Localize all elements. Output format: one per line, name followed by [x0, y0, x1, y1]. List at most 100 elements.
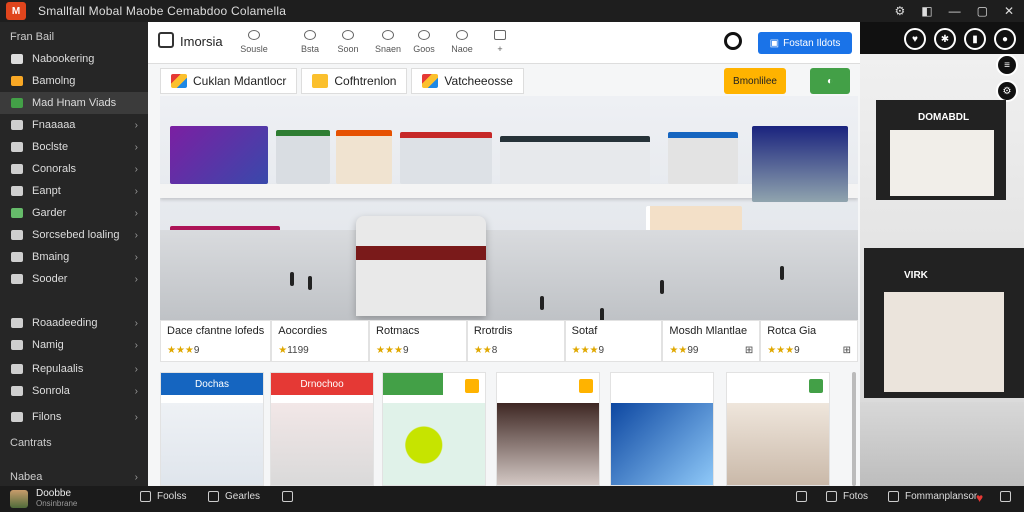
chevron-right-icon: › [134, 363, 138, 375]
shopper [540, 296, 544, 310]
mall-floor [160, 230, 858, 320]
clock-icon [248, 30, 260, 40]
store-card-row: Dace cfantne lofeds ★★★9 Aocordies ★1199… [160, 320, 859, 362]
sidebar-item[interactable]: Roaadeeding › [0, 312, 148, 334]
sidebar-item[interactable]: Fnaaaaa › [0, 114, 148, 136]
list-icon[interactable]: ≡ [996, 54, 1018, 76]
minimize-icon[interactable]: — [949, 4, 961, 18]
bottom-item[interactable]: Gearles [208, 491, 260, 502]
promo-tile[interactable] [610, 372, 714, 486]
sidebar-item[interactable]: Sooder › [0, 268, 148, 290]
tab-bar: Cuklan Mdantlocr Cofhtrenlon Vatcheeosse [160, 68, 524, 94]
share-icon[interactable] [1000, 491, 1011, 502]
cloud-icon [11, 142, 23, 152]
bottom-item[interactable]: Foolss [140, 491, 186, 502]
shop-icon [11, 274, 23, 284]
sidebar-item[interactable]: Bamolng [0, 70, 148, 92]
sidebar: Fran Bail Nabookering Bamolng Mad Hnam V… [0, 22, 148, 486]
primary-action-button[interactable]: ▣ Fostan Ildots [758, 32, 852, 54]
store-card[interactable]: Rotca Gia ★★★9 ⊞ [760, 320, 859, 362]
user-icon[interactable]: ● [994, 28, 1016, 50]
promo-header: Drnochoo [271, 373, 373, 395]
camera-icon [11, 164, 23, 174]
store-card[interactable]: Aocordies ★1199 [271, 320, 370, 362]
sidebar-item[interactable]: Nabookering [0, 48, 148, 70]
sidebar-item[interactable]: Sorcsebed loaling › [0, 224, 148, 246]
promo-tile[interactable] [726, 372, 830, 486]
green-pill-button[interactable]: ◐ [810, 68, 850, 94]
tool-button[interactable]: Naoe [442, 30, 482, 54]
sidebar-item[interactable]: Repulaalis › [0, 358, 148, 380]
store-front [500, 136, 650, 184]
record-button[interactable] [724, 32, 742, 50]
tab-store-2[interactable]: Cofhtrenlon [301, 68, 408, 94]
sidebar-top-label: Fran Bail [10, 31, 55, 43]
rating-stars: ★★★9 [167, 345, 200, 356]
chevron-right-icon: › [134, 119, 138, 131]
tool-button[interactable]: Goos [404, 30, 444, 54]
tool-button[interactable]: Bsta [290, 30, 330, 54]
shopper [660, 280, 664, 294]
store-card[interactable]: Dace cfantne lofeds ★★★9 [160, 320, 272, 362]
heart-icon[interactable]: ♥ [976, 491, 983, 505]
store-logo-icon [422, 74, 439, 88]
rating-stars: ★★★9 [376, 345, 409, 356]
sidebar-item[interactable]: Bmaing › [0, 246, 148, 268]
tab-store-3[interactable]: Vatcheeosse [411, 68, 524, 94]
sidebar-footer-item[interactable]: Nabea › [0, 466, 148, 488]
store-front [276, 130, 330, 184]
heart-icon[interactable]: ♥ [904, 28, 926, 50]
avatar[interactable] [10, 490, 28, 508]
lock-icon[interactable]: ▮ [964, 28, 986, 50]
orange-pill-button[interactable]: Bmonlilee [724, 68, 786, 94]
sidebar-item[interactable]: Eanpt › [0, 180, 148, 202]
sidebar-item[interactable]: Namig › [0, 334, 148, 356]
bottom-bar: Doobbe Onsinbrane Foolss Gearles Fotos F… [0, 486, 1024, 512]
store-photo [497, 403, 599, 485]
sidebar-item[interactable]: Boclste › [0, 136, 148, 158]
store-card[interactable]: Sotaf ★★★9 [564, 320, 663, 362]
sidebar-item[interactable]: Sonrola › [0, 380, 148, 402]
sidebar-item[interactable]: Garder › [0, 202, 148, 224]
bottom-item[interactable] [796, 491, 807, 502]
store-card[interactable]: Rrotrdis ★★8 [466, 320, 565, 362]
sidebar-item-active[interactable]: Mad Hnam Viads [0, 92, 148, 114]
sidebar-item[interactable]: Conorals › [0, 158, 148, 180]
promo-tile[interactable] [382, 372, 486, 486]
user-icon [382, 30, 394, 40]
calendar-icon[interactable] [282, 491, 293, 502]
expand-icon[interactable]: ⊞ [745, 345, 753, 356]
maximize-icon[interactable]: ▢ [977, 4, 988, 18]
file-icon [11, 412, 23, 422]
tool-button[interactable]: Soon [328, 30, 368, 54]
heart-icon [208, 491, 219, 502]
tool-button[interactable]: Snaen [368, 30, 408, 54]
close-icon[interactable]: ✕ [1004, 4, 1014, 18]
vertical-scrollbar[interactable] [852, 372, 856, 486]
promo-tile[interactable]: Drnochoo [270, 372, 374, 486]
sidebar-item[interactable]: Filons › [0, 406, 148, 428]
shopper [290, 272, 294, 286]
grid-icon [11, 120, 23, 130]
bottom-item[interactable]: Fommanplansor [888, 491, 977, 502]
bottom-item[interactable]: Fotos [826, 491, 868, 502]
store-card[interactable]: Mosdh Mlantlae ★★99 ⊞ [662, 320, 761, 362]
layout-icon[interactable]: ◧ [921, 4, 932, 18]
store-card[interactable]: Rotmacs ★★★9 [369, 320, 467, 362]
expand-icon[interactable]: ⊞ [843, 345, 851, 356]
rating-stars: ★★★9 [571, 345, 605, 356]
chevron-right-icon: › [134, 185, 138, 197]
settings-icon[interactable]: ⚙ [894, 4, 905, 18]
promo-tile[interactable]: Dochas [160, 372, 264, 486]
chevron-right-icon: › [134, 207, 138, 219]
tool-button[interactable]: + [480, 30, 520, 54]
chevron-right-icon: › [134, 317, 138, 329]
gear-icon[interactable]: ✱ [934, 28, 956, 50]
settings-icon[interactable]: ⚙ [996, 80, 1018, 102]
promo-tile[interactable] [496, 372, 600, 486]
tab-store-1[interactable]: Cuklan Mdantlocr [160, 68, 298, 94]
tool-button[interactable]: Sousle [234, 30, 274, 54]
chevron-right-icon: › [134, 141, 138, 153]
list-icon [11, 318, 23, 328]
folder-icon [11, 76, 23, 86]
